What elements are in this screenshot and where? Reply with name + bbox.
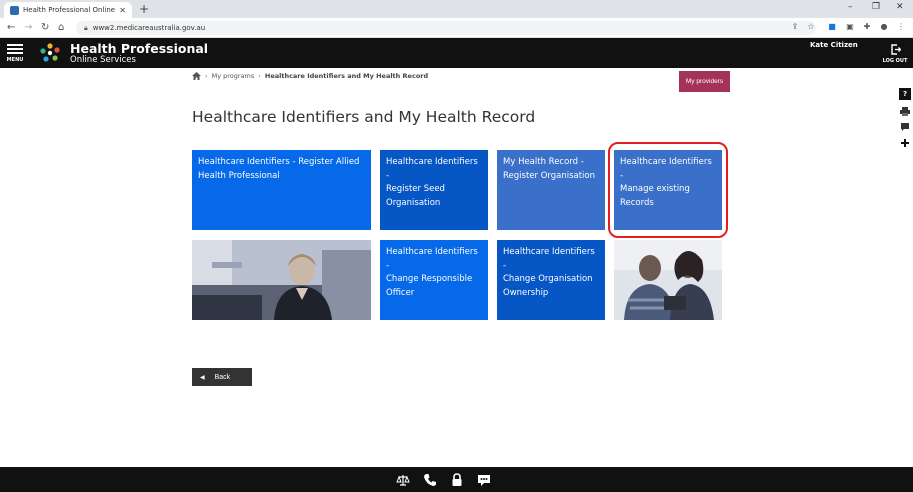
print-icon[interactable] <box>899 105 911 117</box>
browser-tab-strip: Health Professional Online Servic ✕ + – … <box>0 0 913 18</box>
menu-label: MENU <box>6 57 24 63</box>
user-name: Kate Citizen <box>810 41 858 49</box>
tile-change-organisation-ownership[interactable]: Healthcare Identifiers - Change Organisa… <box>497 240 605 320</box>
logo-title[interactable]: Health Professional <box>70 41 208 56</box>
tile-line: Change Responsible <box>386 274 473 284</box>
tile-line: Officer <box>386 287 415 298</box>
tile-line: Register Organisation <box>503 170 596 181</box>
feedback-icon[interactable] <box>899 121 911 133</box>
puzzle-icon[interactable]: ✚ <box>862 22 872 32</box>
help-icon[interactable]: ? <box>899 88 911 100</box>
hamburger-icon <box>7 44 23 46</box>
home-icon[interactable] <box>192 72 201 80</box>
site-header: MENU Health Professional Online Services… <box>0 38 913 68</box>
my-providers-button[interactable]: My providers <box>679 71 730 92</box>
tile-line: Health Professional <box>198 170 280 181</box>
tile-line: Healthcare Identifiers - <box>386 247 478 271</box>
tile-register-allied-health-professional[interactable]: Healthcare Identifiers - Register Allied… <box>192 150 371 230</box>
tile-line: Healthcare Identifiers - Register Allied <box>198 157 360 167</box>
forward-arrow-icon[interactable]: → <box>24 21 32 35</box>
tile-my-health-record-register-organisation[interactable]: My Health Record - Register Organisation <box>497 150 605 230</box>
browser-tab[interactable]: Health Professional Online Servic ✕ <box>4 2 132 18</box>
lock-icon[interactable] <box>450 473 464 487</box>
window-minimize-button[interactable]: – <box>848 2 853 12</box>
bookmark-star-icon[interactable]: ☆ <box>806 22 816 32</box>
url-text: www2.medicareaustralia.gov.au <box>92 24 206 32</box>
extension-icon[interactable]: ▣ <box>845 22 855 32</box>
page-title: Healthcare Identifiers and My Health Rec… <box>192 108 536 126</box>
breadcrumb-separator: › <box>205 72 208 80</box>
two-people-photo <box>614 240 722 320</box>
address-bar[interactable]: 🔒︎ www2.medicareaustralia.gov.au <box>76 21 816 35</box>
breadcrumb-separator: › <box>258 72 261 80</box>
logout-label: LOG OUT <box>882 58 908 64</box>
site-footer <box>0 467 913 492</box>
back-button-label: Back <box>214 373 231 381</box>
browser-tab-title: Health Professional Online Servic <box>23 6 116 14</box>
tile-register-seed-organisation[interactable]: Healthcare Identifiers - Register Seed O… <box>380 150 488 230</box>
chat-icon[interactable] <box>477 473 491 487</box>
tile-line: Ownership <box>503 287 549 298</box>
secure-lock-icon: 🔒︎ <box>84 23 88 32</box>
tile-line: My Health Record - <box>503 157 584 167</box>
phone-icon[interactable] <box>423 473 437 487</box>
window-close-button[interactable]: ✕ <box>896 2 904 12</box>
site-favicon-icon <box>10 5 19 15</box>
breadcrumb: › My programs › Healthcare Identifiers a… <box>192 72 428 80</box>
tile-change-responsible-officer[interactable]: Healthcare Identifiers - Change Responsi… <box>380 240 488 320</box>
tile-line: Healthcare Identifiers - <box>386 157 478 181</box>
logout-icon <box>891 44 901 55</box>
tile-line: Register Seed <box>386 184 445 194</box>
tile-line: Change Organisation <box>503 274 593 284</box>
tab-close-icon[interactable]: ✕ <box>119 6 126 15</box>
breadcrumb-current: Healthcare Identifiers and My Health Rec… <box>264 72 429 80</box>
reload-icon[interactable]: ↻ <box>41 21 49 35</box>
chevron-left-icon: ◀ <box>200 374 205 381</box>
logo-subtitle: Online Services <box>70 55 136 65</box>
menu-button[interactable]: MENU <box>4 41 26 65</box>
back-button[interactable]: ◀ Back <box>192 368 252 386</box>
back-arrow-icon[interactable]: ← <box>7 21 15 35</box>
profile-icon[interactable]: ● <box>879 22 889 32</box>
professional-woman-photo <box>192 240 371 320</box>
tile-line: Healthcare Identifiers - <box>503 247 595 271</box>
highlight-outline <box>608 142 728 238</box>
home-nav-icon[interactable]: ⌂ <box>58 21 64 35</box>
breadcrumb-my-programs[interactable]: My programs <box>212 72 255 80</box>
scales-icon[interactable] <box>396 473 410 487</box>
logout-button[interactable]: LOG OUT <box>880 41 910 67</box>
extension-windows-icon[interactable]: ■ <box>827 22 837 32</box>
kebab-menu-icon[interactable]: ⋮ <box>896 22 906 32</box>
tile-line: Organisation <box>386 197 441 208</box>
share-icon[interactable]: ⇪ <box>790 22 800 32</box>
browser-toolbar: ← → ↻ ⌂ 🔒︎ www2.medicareaustralia.gov.au… <box>0 18 913 38</box>
hpos-logo-icon <box>40 43 60 62</box>
window-restore-button[interactable]: ❐ <box>872 2 880 12</box>
new-tab-button[interactable]: + <box>139 2 149 16</box>
zoom-in-icon[interactable] <box>899 137 911 149</box>
